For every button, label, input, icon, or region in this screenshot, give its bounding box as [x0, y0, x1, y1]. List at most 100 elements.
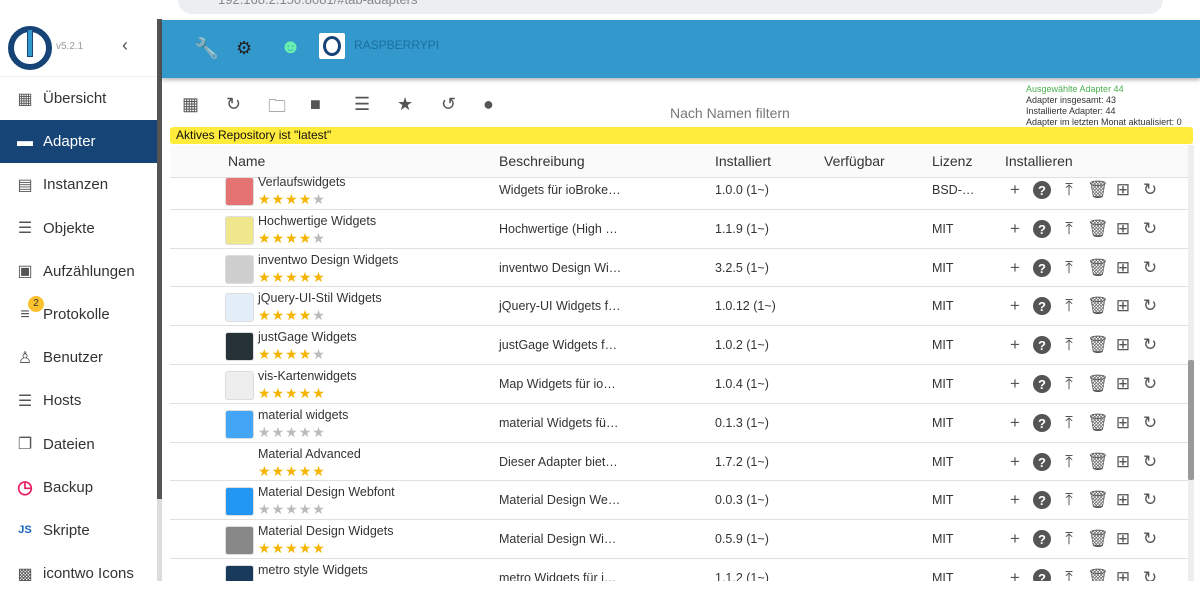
- add-instance-icon[interactable]: ⊞: [1114, 413, 1132, 433]
- delete-icon[interactable]: 🗑: [1087, 529, 1109, 549]
- upload-icon[interactable]: ⤒: [1060, 374, 1078, 394]
- sidebar-item-backup[interactable]: ◷ Backup: [0, 466, 157, 509]
- help-icon[interactable]: ?: [1033, 296, 1051, 316]
- refresh-icon[interactable]: ↻: [226, 94, 241, 115]
- rebuild-icon[interactable]: ↻: [1141, 258, 1159, 278]
- help-icon[interactable]: ?: [1033, 529, 1051, 549]
- help-icon[interactable]: ?: [1033, 490, 1051, 510]
- sidebar-item-instanzen[interactable]: ▤ Instanzen: [0, 163, 157, 206]
- expert-mode-icon[interactable]: ☻: [280, 36, 301, 59]
- sidebar-item-dateien[interactable]: ❐ Dateien: [0, 423, 157, 466]
- rebuild-icon[interactable]: ↻: [1141, 219, 1159, 239]
- rebuild-icon[interactable]: ↻: [1141, 452, 1159, 472]
- rating[interactable]: ★★★★★: [258, 385, 326, 402]
- table-scrollbar[interactable]: [1188, 145, 1194, 581]
- delete-icon[interactable]: 🗑: [1087, 180, 1109, 200]
- rebuild-icon[interactable]: ↻: [1141, 374, 1159, 394]
- add-icon[interactable]: +: [1006, 335, 1024, 355]
- upload-icon[interactable]: ⤒: [1060, 529, 1078, 549]
- help-icon[interactable]: ?: [1033, 413, 1051, 433]
- help-icon[interactable]: ?: [1033, 335, 1051, 355]
- sidebar-item-objekte[interactable]: ☰ Objekte: [0, 207, 157, 250]
- delete-icon[interactable]: 🗑: [1087, 219, 1109, 239]
- sidebar-item-benutzer[interactable]: ♙ Benutzer: [0, 336, 157, 379]
- sidebar-item-icontwo-icons[interactable]: ▩ icontwo Icons: [0, 552, 157, 595]
- add-icon[interactable]: +: [1006, 529, 1024, 549]
- add-instance-icon[interactable]: ⊞: [1114, 296, 1132, 316]
- help-icon[interactable]: ?: [1033, 452, 1051, 472]
- delete-icon[interactable]: 🗑: [1087, 490, 1109, 510]
- upload-icon[interactable]: ⤒: [1060, 335, 1078, 355]
- rebuild-icon[interactable]: ↻: [1141, 335, 1159, 355]
- add-instance-icon[interactable]: ⊞: [1114, 452, 1132, 472]
- add-instance-icon[interactable]: ⊞: [1114, 335, 1132, 355]
- update-history-icon[interactable]: ↺: [441, 94, 456, 115]
- add-icon[interactable]: +: [1006, 490, 1024, 510]
- sidebar-item-skripte[interactable]: JS Skripte: [0, 509, 157, 552]
- upload-icon[interactable]: ⤒: [1060, 296, 1078, 316]
- add-icon[interactable]: +: [1006, 180, 1024, 200]
- upload-icon[interactable]: ⤒: [1060, 219, 1078, 239]
- add-icon[interactable]: +: [1006, 374, 1024, 394]
- add-icon[interactable]: +: [1006, 258, 1024, 278]
- upload-icon[interactable]: ⤒: [1060, 180, 1078, 200]
- add-instance-icon[interactable]: ⊞: [1114, 374, 1132, 394]
- rating[interactable]: ★★★★★: [258, 230, 326, 247]
- rating[interactable]: ★★★★★: [258, 269, 326, 286]
- add-icon[interactable]: +: [1006, 219, 1024, 239]
- upload-icon[interactable]: ⤒: [1060, 490, 1078, 510]
- delete-icon[interactable]: 🗑: [1087, 335, 1109, 355]
- add-instance-icon[interactable]: ⊞: [1114, 490, 1132, 510]
- wrench-icon[interactable]: 🔧: [194, 36, 219, 61]
- folder-icon[interactable]: ■: [310, 94, 321, 115]
- upload-icon[interactable]: ⤒: [1060, 568, 1078, 581]
- sidebar-item--bersicht[interactable]: ▦ Übersicht: [0, 77, 157, 120]
- sidebar-item-aufz-hlungen[interactable]: ▣ Aufzählungen: [0, 250, 157, 293]
- rating[interactable]: ★★★★★: [258, 540, 326, 557]
- sidebar-item-protokolle[interactable]: ≡ 2 Protokolle: [0, 293, 157, 336]
- github-icon[interactable]: ●: [483, 94, 494, 115]
- sidebar-scrollbar[interactable]: [157, 19, 162, 581]
- add-instance-icon[interactable]: ⊞: [1114, 219, 1132, 239]
- tile-view-icon[interactable]: ▦: [182, 94, 199, 115]
- add-instance-icon[interactable]: ⊞: [1114, 180, 1132, 200]
- rating[interactable]: ★★★★★: [258, 346, 326, 363]
- delete-icon[interactable]: 🗑: [1087, 296, 1109, 316]
- rating[interactable]: ★★★★★: [258, 501, 326, 518]
- rating[interactable]: ★★★★★: [258, 307, 326, 324]
- collapse-sidebar-button[interactable]: ‹: [122, 35, 128, 56]
- upload-icon[interactable]: ⤒: [1060, 452, 1078, 472]
- add-instance-icon[interactable]: ⊞: [1114, 258, 1132, 278]
- rating[interactable]: ★★★★★: [258, 191, 326, 208]
- help-icon[interactable]: ?: [1033, 568, 1051, 581]
- upload-icon[interactable]: ⤒: [1060, 258, 1078, 278]
- add-instance-icon[interactable]: ⊞: [1114, 568, 1132, 581]
- add-icon[interactable]: +: [1006, 568, 1024, 581]
- delete-icon[interactable]: 🗑: [1087, 452, 1109, 472]
- rebuild-icon[interactable]: ↻: [1141, 490, 1159, 510]
- rebuild-icon[interactable]: ↻: [1141, 180, 1159, 200]
- upload-icon[interactable]: ⤒: [1060, 413, 1078, 433]
- theme-toggle-icon[interactable]: ⚙: [236, 38, 252, 59]
- rebuild-icon[interactable]: ↻: [1141, 568, 1159, 581]
- add-instance-icon[interactable]: ⊞: [1114, 529, 1132, 549]
- delete-icon[interactable]: 🗑: [1087, 374, 1109, 394]
- url-bar[interactable]: 192.168.2.150:8081/#tab-adapters: [178, 0, 1163, 14]
- sidebar-item-adapter[interactable]: ▬ Adapter: [0, 120, 157, 164]
- star-icon[interactable]: ★: [397, 94, 413, 115]
- rating[interactable]: ★★★★★: [258, 424, 326, 441]
- add-icon[interactable]: +: [1006, 452, 1024, 472]
- help-icon[interactable]: ?: [1033, 180, 1051, 200]
- help-icon[interactable]: ?: [1033, 219, 1051, 239]
- sidebar-item-hosts[interactable]: ☰ Hosts: [0, 379, 157, 422]
- rebuild-icon[interactable]: ↻: [1141, 529, 1159, 549]
- add-icon[interactable]: +: [1006, 296, 1024, 316]
- list-icon[interactable]: ☰: [354, 94, 370, 115]
- help-icon[interactable]: ?: [1033, 258, 1051, 278]
- delete-icon[interactable]: 🗑: [1087, 413, 1109, 433]
- delete-icon[interactable]: 🗑: [1087, 258, 1109, 278]
- rating[interactable]: ★★★★★: [258, 463, 326, 480]
- rebuild-icon[interactable]: ↻: [1141, 413, 1159, 433]
- folder-open-icon[interactable]: 🗀: [268, 94, 286, 124]
- delete-icon[interactable]: 🗑: [1087, 568, 1109, 581]
